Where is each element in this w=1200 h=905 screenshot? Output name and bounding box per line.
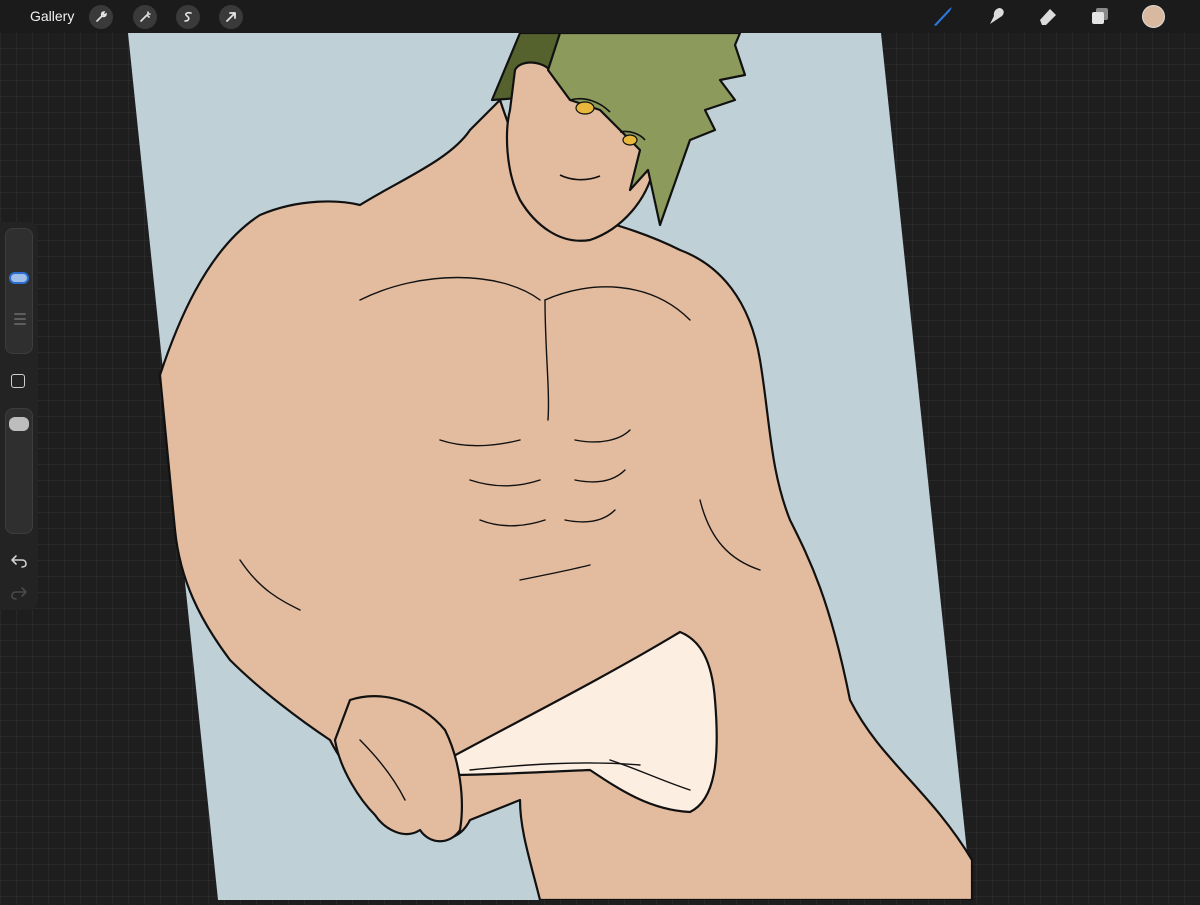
eraser-icon[interactable] xyxy=(1036,4,1060,28)
redo-icon[interactable] xyxy=(9,584,29,602)
selection-s-icon[interactable] xyxy=(176,5,200,29)
undo-icon[interactable] xyxy=(9,552,29,570)
layers-icon[interactable] xyxy=(1088,4,1112,28)
modify-button[interactable] xyxy=(11,374,25,388)
left-sidebar xyxy=(0,222,38,610)
actions-wrench-icon[interactable] xyxy=(89,5,113,29)
canvas-area[interactable] xyxy=(0,0,1200,902)
brush-icon[interactable] xyxy=(931,4,955,28)
gallery-button[interactable]: Gallery xyxy=(30,0,74,33)
transform-arrow-icon[interactable] xyxy=(219,5,243,29)
top-toolbar: Gallery xyxy=(0,0,1200,33)
smudge-icon[interactable] xyxy=(984,4,1008,28)
opacity-slider[interactable] xyxy=(5,408,33,534)
brush-size-thumb[interactable] xyxy=(9,272,29,285)
opacity-thumb[interactable] xyxy=(9,417,29,432)
adjustments-magic-wand-icon[interactable] xyxy=(133,5,157,29)
color-swatch[interactable] xyxy=(1142,5,1165,28)
size-slider-lines xyxy=(14,313,26,328)
artwork-canvas[interactable] xyxy=(0,0,1200,902)
brush-size-slider[interactable] xyxy=(5,228,33,354)
eye-right xyxy=(622,134,638,146)
eye-left xyxy=(575,101,595,115)
